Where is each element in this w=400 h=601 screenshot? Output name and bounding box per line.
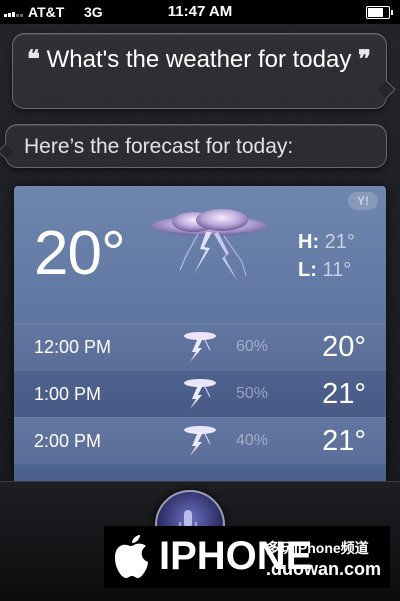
hourly-row: 12:00 PM 60% 20° [14,323,386,370]
hour-time: 12:00 PM [34,336,112,357]
siri-response-text: Here’s the forecast for today: [24,135,294,158]
battery-icon [366,6,393,19]
watermark: IPHONE 多玩iPhone频道 .duowan.com [104,526,390,588]
hour-time: 2:00 PM [34,430,102,451]
hourly-row: 1:00 PM 50% 21° [14,370,386,417]
thunderstorm-icon [184,332,216,362]
hourly-forecast-list[interactable]: 12:00 PM 60% 20° 1:00 PM 50% 21° 2:00 PM… [14,323,386,486]
thunderstorm-icon [184,426,216,456]
low-temperature: 11° [322,259,352,281]
user-query-text: What's the weather for today [46,46,352,73]
high-temperature: 21° [324,231,355,253]
high-label: H: [298,231,320,253]
yahoo-logo-icon[interactable]: Y! [348,192,378,210]
watermark-domain: .duowan.com [266,559,382,579]
precipitation-chance: 60% [236,338,269,355]
current-temperature: 20° [34,219,126,288]
high-low-temperatures: H: 21° L: 11° [298,228,355,284]
hour-time: 1:00 PM [34,383,102,404]
hour-temperature: 21° [322,377,366,410]
thunderstorm-icon [151,209,267,282]
user-query-bubble[interactable]: ❝ What's the weather for today ❞ [12,33,387,109]
hourly-row: 2:00 PM 40% 21° [14,417,386,464]
apple-logo-icon [115,535,148,578]
precipitation-chance: 40% [236,432,269,449]
weather-card[interactable]: Y! 20° H: 21° L: 11° 12:00 PM 60% 20° 1:… [14,186,386,486]
close-quote-icon: ❞ [358,44,371,73]
thunderstorm-icon [184,379,216,409]
hour-temperature: 21° [322,424,366,457]
low-label: L: [298,259,317,281]
siri-response-bubble: Here’s the forecast for today: [5,124,387,168]
hour-temperature: 20° [322,330,366,363]
precipitation-chance: 50% [236,385,269,402]
watermark-channel: 多玩iPhone频道 [266,540,369,556]
status-bar: AT&T 3G 11:47 AM [0,0,400,24]
status-time: 11:47 AM [167,3,233,20]
open-quote-icon: ❝ [27,44,40,73]
